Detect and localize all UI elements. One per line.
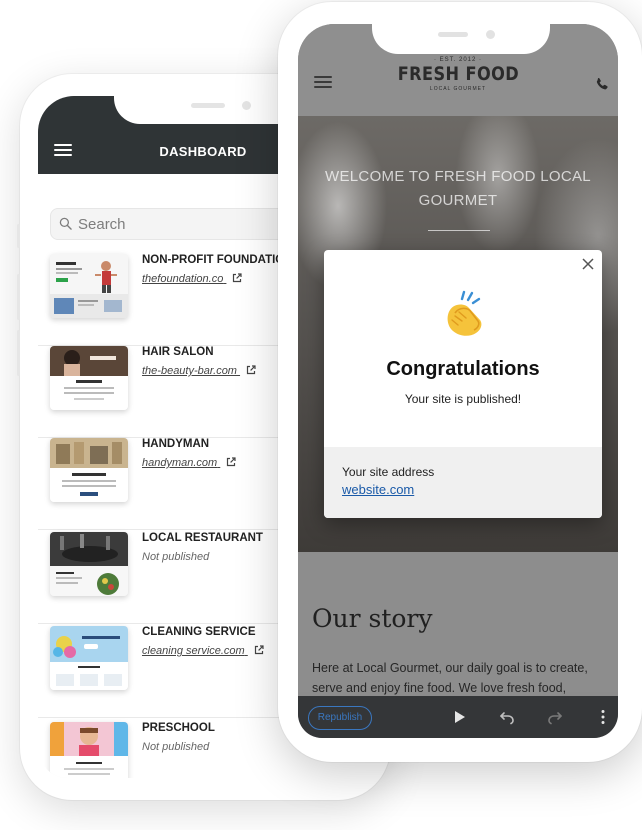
brand-tagline: LOCAL GOURMET [429,86,487,92]
phone-volume-up [17,274,20,320]
site-url-link[interactable]: thefoundation.co [142,273,243,285]
menu-icon[interactable] [314,76,332,91]
story-section: Our story Here at Local Gourmet, our dai… [298,552,618,695]
phone-icon[interactable] [594,76,610,92]
site-name: HANDYMAN [142,438,210,450]
site-url-text: cleaning service.com [142,645,245,657]
site-name: NON-PROFIT FOUNDATIC [142,254,284,266]
site-thumbnail[interactable] [50,254,128,318]
modal-subtitle: Your site is published! [404,392,522,406]
site-thumbnail[interactable] [50,626,128,690]
site-address-label: Your site address [342,465,435,479]
close-icon[interactable] [580,256,596,272]
modal-title: Congratulations [386,358,540,380]
clapping-hands-icon [447,290,482,336]
speaker-grille [438,32,468,37]
brand-name: FRESH FOOD [397,63,519,85]
undo-icon[interactable] [498,708,516,726]
site-address-panel: Your site address website.com [324,447,602,518]
site-thumbnail[interactable] [50,438,128,502]
preview-screen: · EST. 2012 · FRESH FOOD LOCAL GOURMET W… [298,24,618,738]
site-name: CLEANING SERVICE [142,626,256,638]
site-name: LOCAL RESTAURANT [142,532,263,544]
site-address-link[interactable]: website.com [342,482,414,497]
site-url-text: thefoundation.co [142,273,224,285]
site-url-link[interactable]: the-beauty-bar.com [142,365,256,377]
hero-title: WELCOME TO FRESH FOOD LOCAL GOURMET [325,168,591,209]
phone-silent-switch [17,224,20,248]
external-link-icon[interactable] [246,365,256,375]
phone-volume-down [17,330,20,376]
preview-phone: · EST. 2012 · FRESH FOOD LOCAL GOURMET W… [278,2,642,762]
site-status: Not published [142,741,210,753]
more-options-icon[interactable] [594,708,612,726]
site-url-link[interactable]: cleaning service.com [142,645,264,657]
speaker-grille [191,103,225,108]
site-thumbnail[interactable] [50,722,128,778]
site-logo[interactable]: · EST. 2012 · FRESH FOOD LOCAL GOURMET [358,57,558,92]
hero-divider [428,230,490,231]
site-name: PRESCHOOL [142,722,215,734]
menu-icon[interactable] [54,144,72,159]
editor-toolbar: Republish [298,696,618,738]
play-icon[interactable] [450,708,468,726]
front-camera [242,101,251,110]
search-icon [59,217,72,230]
site-thumbnail[interactable] [50,532,128,596]
phone-notch [372,24,550,54]
external-link-icon[interactable] [226,457,236,467]
site-thumbnail[interactable] [50,346,128,410]
story-heading: Our story [312,604,433,633]
publish-success-modal: Congratulations Your site is published! … [324,250,602,518]
site-status: Not published [142,551,210,563]
dashboard-title: DASHBOARD [159,144,247,159]
site-url-text: the-beauty-bar.com [142,365,237,377]
story-text: Here at Local Gourmet, our daily goal is… [312,661,588,695]
front-camera [486,30,495,39]
site-name: HAIR SALON [142,346,214,358]
republish-button[interactable]: Republish [308,706,372,730]
site-url-link[interactable]: handyman.com [142,457,236,469]
external-link-icon[interactable] [254,645,264,655]
redo-icon[interactable] [546,708,564,726]
site-url-text: handyman.com [142,457,218,469]
external-link-icon[interactable] [232,273,243,283]
search-placeholder: Search [78,216,126,233]
